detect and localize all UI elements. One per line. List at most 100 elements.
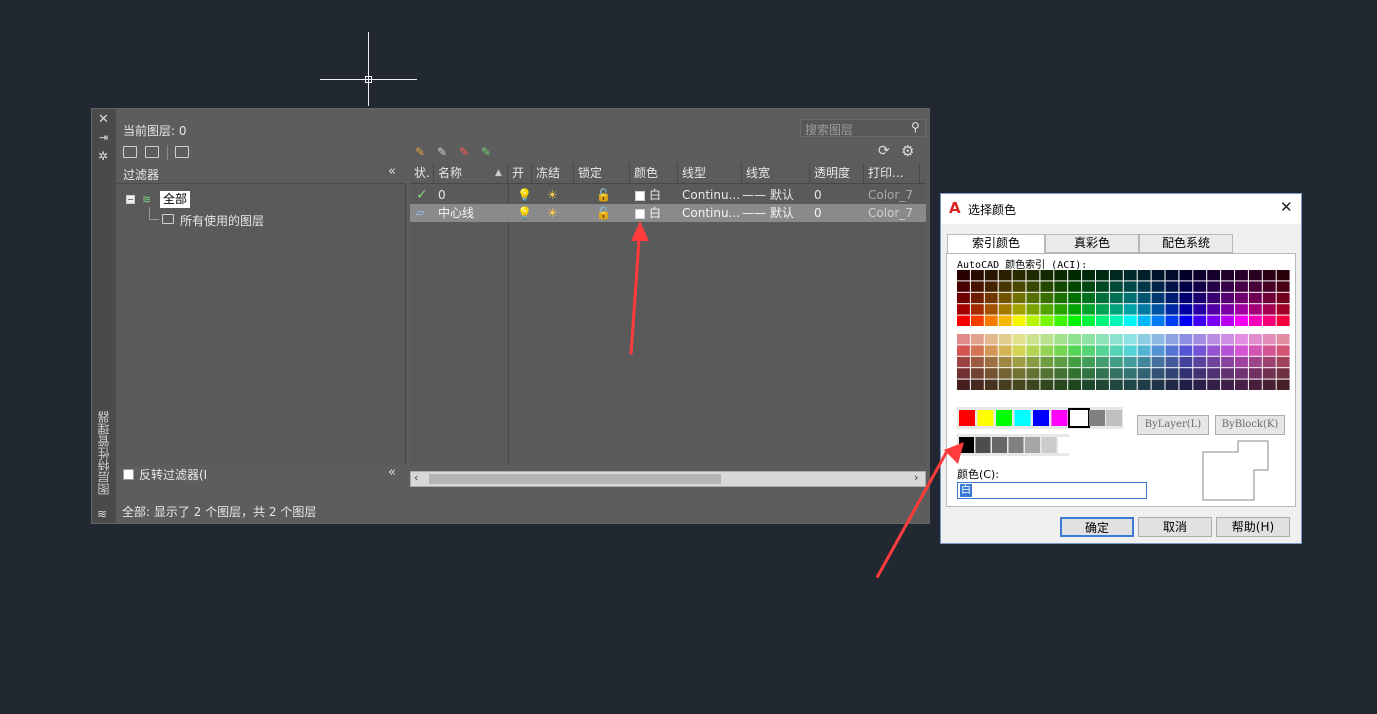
unlock-icon[interactable]: 🔓	[592, 204, 611, 222]
sun-thawed-icon[interactable]: ☀	[543, 186, 558, 204]
lightbulb-on-icon[interactable]: 💡	[513, 186, 532, 204]
col-plot[interactable]: 打印...	[864, 163, 920, 184]
new-layer-vp-frozen-icon[interactable]: ✎	[437, 145, 447, 159]
sun-thawed-icon[interactable]: ☀	[543, 204, 558, 222]
cancel-button[interactable]: 取消	[1138, 517, 1212, 537]
aci-swatch	[1040, 292, 1054, 304]
close-icon[interactable]: ✕	[98, 112, 109, 127]
tab-color-books[interactable]: 配色系统	[1139, 234, 1233, 253]
col-status[interactable]: 状.	[410, 163, 434, 184]
aci-swatch	[1012, 281, 1026, 292]
layer-name[interactable]: 中心线	[434, 204, 474, 222]
invert-filter-checkbox[interactable]	[123, 469, 134, 480]
help-button[interactable]: 帮助(H)	[1216, 517, 1290, 537]
aci-swatch	[1235, 315, 1248, 326]
ok-button[interactable]: 确定	[1060, 517, 1134, 537]
aci-swatch	[1012, 304, 1026, 315]
aci-swatch	[1221, 270, 1234, 281]
aci-swatch	[957, 379, 970, 390]
aci-swatch	[1179, 304, 1193, 315]
lightbulb-on-icon[interactable]: 💡	[513, 204, 532, 222]
layer-color-cell[interactable]: 白	[631, 204, 661, 222]
set-current-icon[interactable]: ✎	[481, 145, 491, 159]
layer-linetype[interactable]: Continu...	[678, 186, 740, 204]
col-lineweight[interactable]: 线宽	[742, 163, 810, 184]
col-freeze[interactable]: 冻结	[532, 163, 574, 184]
refresh-icon[interactable]: ⟳	[878, 143, 890, 159]
col-lock[interactable]: 锁定	[574, 163, 630, 184]
close-icon[interactable]: ✕	[1280, 198, 1293, 216]
delete-layer-icon[interactable]: ✎	[459, 145, 469, 159]
aci-swatch	[1096, 315, 1109, 326]
layer-name[interactable]: 0	[434, 186, 446, 204]
layer-lineweight[interactable]: —— 默认	[738, 204, 794, 222]
scroll-left-icon[interactable]: ‹	[414, 471, 418, 484]
new-group-filter-icon[interactable]	[145, 146, 159, 158]
aci-swatch	[1221, 292, 1234, 304]
layer-color-cell[interactable]: 白	[631, 186, 661, 204]
aci-swatch	[1054, 270, 1068, 281]
aci-swatch	[970, 379, 984, 390]
col-transparency[interactable]: 透明度	[810, 163, 864, 184]
col-color[interactable]: 颜色	[630, 163, 678, 184]
aci-swatch	[1248, 345, 1262, 356]
used-layers-filter-icon	[162, 214, 174, 224]
aci-palette[interactable]	[957, 270, 1291, 391]
tree-collapse-toggle[interactable]: −	[126, 195, 135, 204]
aci-swatch	[1109, 281, 1123, 292]
tab-index-color[interactable]: 索引颜色	[947, 234, 1045, 254]
col-on[interactable]: 开	[508, 163, 532, 184]
aci-swatch	[1054, 368, 1068, 379]
new-layer-icon[interactable]: ✎	[415, 145, 425, 159]
layer-row-selected[interactable]: ▱ 中心线 💡 ☀ 🔓 白 Continu... —— 默认 0 Color_7	[410, 204, 926, 222]
color-swatch	[635, 190, 645, 201]
aci-swatch	[1012, 270, 1026, 281]
standard-color-swatch	[959, 410, 975, 426]
layer-lineweight[interactable]: —— 默认	[738, 186, 794, 204]
properties-icon[interactable]: ✲	[98, 149, 108, 163]
scroll-right-icon[interactable]: ›	[914, 471, 918, 484]
aci-swatch	[1082, 345, 1095, 356]
tab-true-color[interactable]: 真彩色	[1045, 234, 1139, 253]
aci-swatch	[970, 292, 984, 304]
bylayer-button[interactable]: ByLayer(L)	[1137, 415, 1209, 435]
aci-swatch	[1082, 356, 1095, 368]
search-layer-input[interactable]: 搜索图层 ⚲	[800, 119, 926, 137]
color-swatch	[635, 208, 645, 219]
new-property-filter-icon[interactable]	[123, 146, 137, 158]
aci-swatch	[1054, 356, 1068, 368]
standard-colors[interactable]	[957, 407, 1125, 459]
layer-row[interactable]: ✓ 0 💡 ☀ 🔓 白 Continu... —— 默认 0 Color_7	[410, 186, 926, 204]
aci-swatch	[1040, 270, 1054, 281]
tree-node-all[interactable]: 全部	[160, 191, 191, 208]
layer-states-manager-icon[interactable]	[175, 146, 189, 158]
collapse-chevron-icon[interactable]: «	[388, 164, 396, 179]
palette-content: 当前图层: 0 搜索图层 ⚲ ✎ ✎ ✎ ✎ ⟳ ⚙ 过滤器 « − ≋ 全部	[116, 109, 930, 523]
aci-swatch	[1221, 379, 1234, 390]
unlock-icon[interactable]: 🔓	[592, 186, 611, 204]
layer-transparency[interactable]: 0	[810, 204, 822, 222]
autocad-logo-icon: A	[949, 199, 961, 217]
aci-swatch	[998, 356, 1012, 368]
scrollbar-thumb[interactable]	[429, 474, 721, 484]
gray-swatch	[1008, 437, 1024, 453]
byblock-button[interactable]: ByBlock(K)	[1215, 415, 1285, 435]
color-input[interactable]: 白	[957, 482, 1147, 499]
autohide-icon[interactable]: ⇥	[99, 131, 108, 144]
aci-swatch	[1068, 281, 1082, 292]
aci-swatch	[957, 356, 970, 368]
aci-swatch	[1207, 315, 1221, 326]
settings-gear-icon[interactable]: ⚙	[901, 142, 914, 160]
aci-swatch	[1207, 270, 1221, 281]
layer-transparency[interactable]: 0	[810, 186, 822, 204]
layer-linetype[interactable]: Continu...	[678, 204, 740, 222]
col-linetype[interactable]: 线型	[678, 163, 742, 184]
aci-swatch	[1221, 368, 1234, 379]
collapse-chevron-icon-bottom[interactable]: «	[388, 465, 396, 480]
aci-swatch	[1235, 368, 1248, 379]
tree-node-used[interactable]: 所有使用的图层	[180, 212, 264, 229]
aci-swatch	[1248, 356, 1262, 368]
aci-swatch	[1221, 356, 1234, 368]
horizontal-scrollbar[interactable]: ‹ ›	[410, 471, 926, 487]
aci-swatch	[984, 281, 998, 292]
